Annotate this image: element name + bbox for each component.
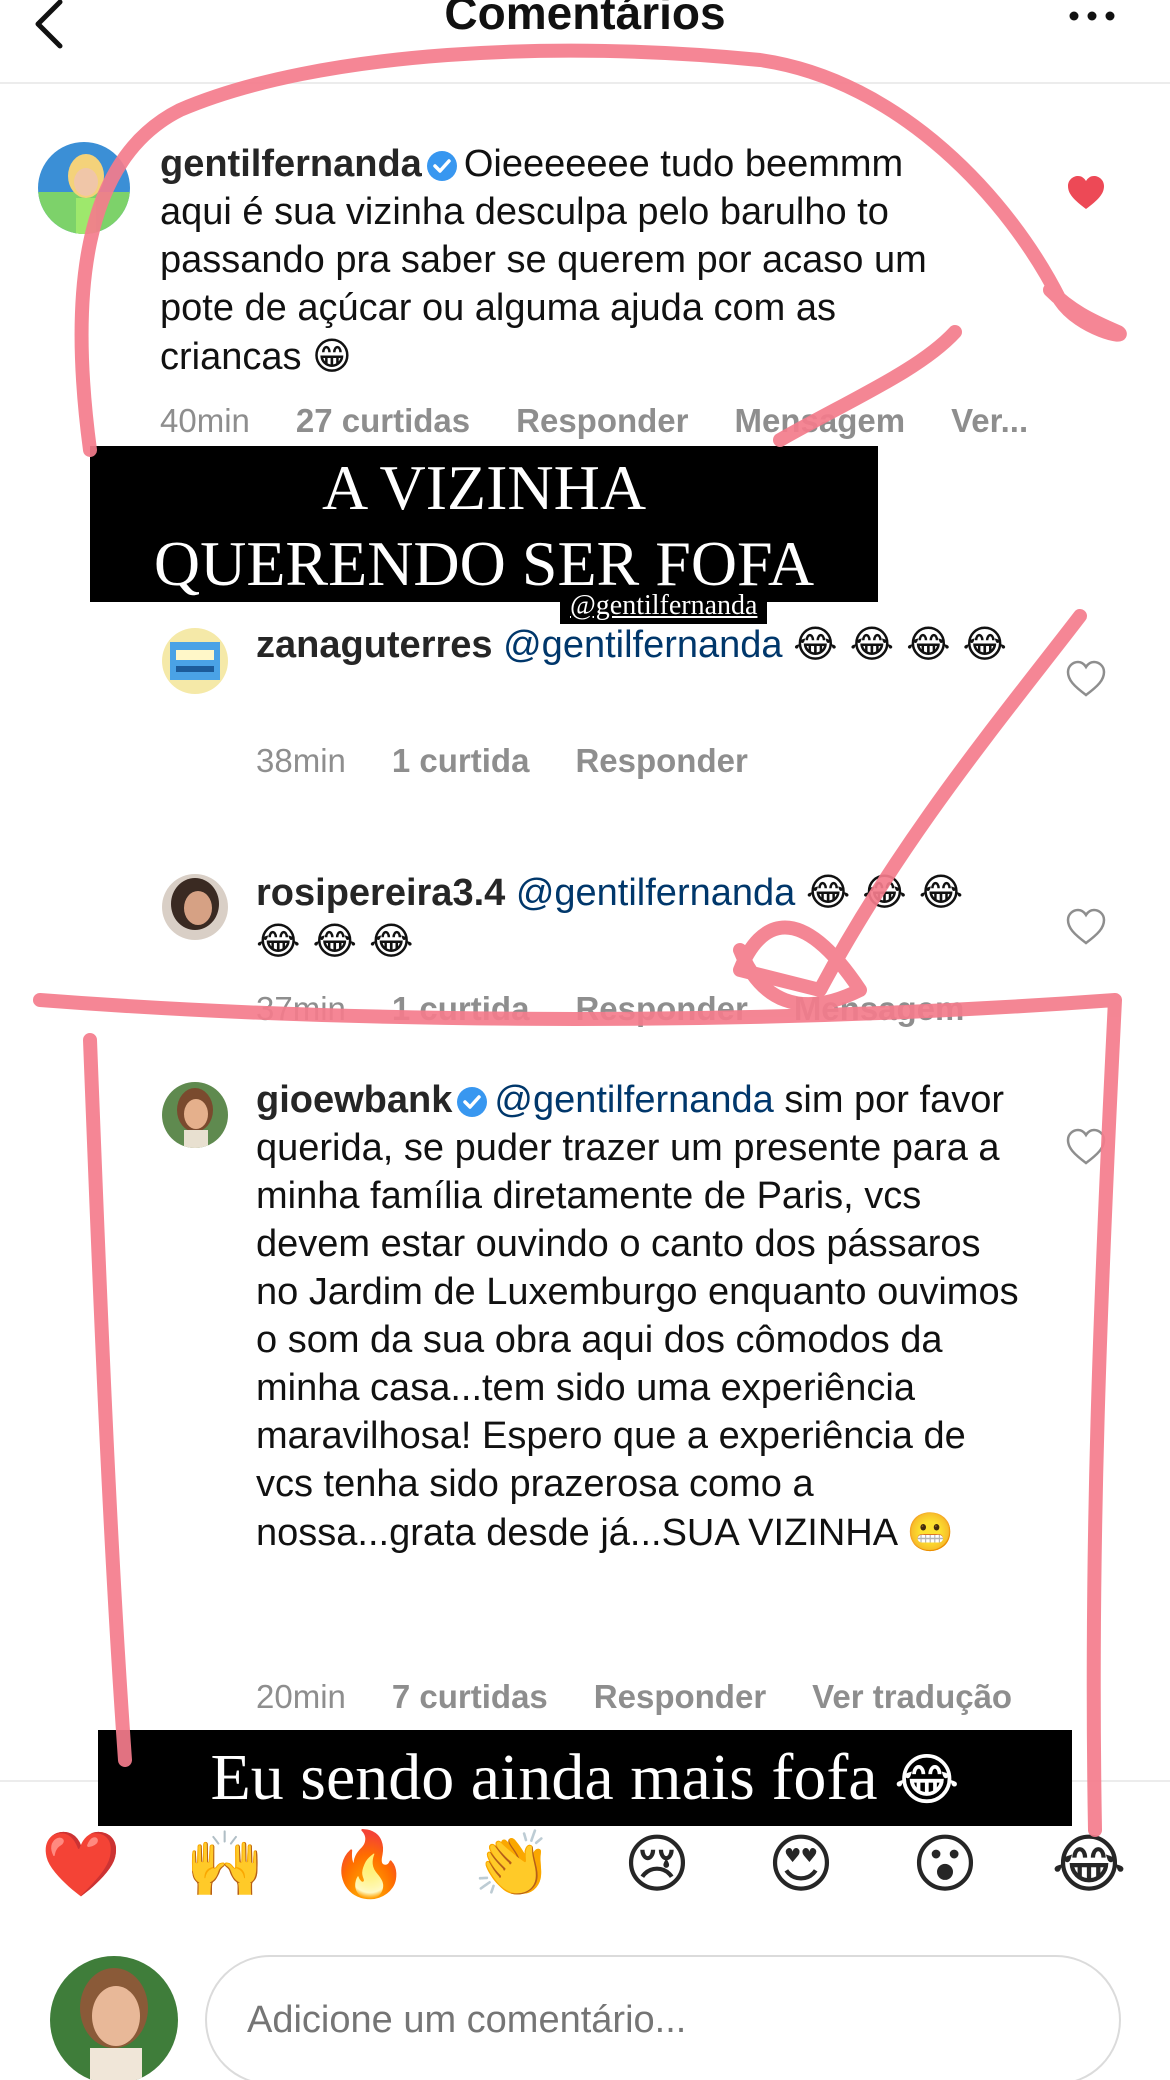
reaction-crying-emoji[interactable]: 😢 xyxy=(614,1822,700,1908)
reaction-surprised-emoji[interactable]: 😮 xyxy=(902,1822,988,1908)
more-horizontal-icon[interactable] xyxy=(1062,0,1122,36)
reaction-fire-emoji[interactable]: 🔥 xyxy=(326,1822,412,1908)
reply-button[interactable]: Responder xyxy=(594,1678,766,1715)
mention-link[interactable]: @gentilfernanda xyxy=(503,624,782,666)
avatar[interactable] xyxy=(162,628,228,694)
username[interactable]: rosipereira3.4 xyxy=(256,872,505,914)
username[interactable]: zanaguterres xyxy=(256,624,493,666)
comment-meta: 37min 1 curtida Responder Mensagem xyxy=(256,990,1010,1028)
username[interactable]: gentilfernanda xyxy=(160,143,422,185)
comment-input[interactable] xyxy=(205,1955,1121,2080)
avatar[interactable] xyxy=(162,1082,228,1148)
comment-text-block: gioewbank @gentilfernanda sim por favor q… xyxy=(256,1076,1026,1557)
verified-badge-icon xyxy=(457,1087,488,1117)
comment-meta: 20min 7 curtidas Responder Ver tradução xyxy=(256,1678,1058,1716)
comment-text-block: zanaguterres @gentilfernanda 😂 😂 😂 😂 xyxy=(256,620,1016,669)
verified-badge-icon xyxy=(426,151,457,181)
heart-filled-icon[interactable] xyxy=(1066,174,1106,214)
comment-gentilfernanda: gentilfernanda Oieeeeeee tudo beemmm aqui… xyxy=(0,130,1170,450)
mention-link[interactable]: @gentilfernanda xyxy=(494,1079,773,1121)
page-title: Comentários xyxy=(444,0,726,39)
header-bar: Comentários xyxy=(0,0,1170,84)
laughing-emoji: 😂 xyxy=(894,1748,960,1813)
reaction-heart-eyes-emoji[interactable]: 😍 xyxy=(758,1822,844,1908)
story-text-label-2: Eu sendo ainda mais fofa 😂 xyxy=(98,1730,1072,1826)
comment-time: 20min xyxy=(256,1678,346,1715)
comment-rosipereira: rosipereira3.4 @gentilfernanda 😂 😂 😂 😂 😂… xyxy=(0,868,1170,1048)
reply-button[interactable]: Responder xyxy=(575,742,747,779)
heart-outline-icon[interactable] xyxy=(1066,660,1106,700)
avatar[interactable] xyxy=(162,874,228,940)
comment-time: 38min xyxy=(256,742,346,779)
story-text: Eu sendo ainda mais fofa xyxy=(210,1741,878,1814)
username[interactable]: gioewbank xyxy=(256,1079,452,1121)
heart-outline-icon[interactable] xyxy=(1066,1128,1106,1168)
mention-sticker[interactable]: @gentilfernanda xyxy=(560,588,768,624)
quick-reactions: ❤️ 🙌 🔥 👏 😢 😍 😮 😂 xyxy=(0,1822,1170,1908)
reaction-raised-hands-emoji[interactable]: 🙌 xyxy=(182,1822,268,1908)
message-button[interactable]: Mensagem xyxy=(794,990,965,1027)
comment-emoji: 😁 xyxy=(312,334,352,378)
composer-avatar xyxy=(50,1956,178,2080)
comment-text: sim por favor querida, se puder trazer u… xyxy=(256,1079,1019,1554)
comment-zanaguterres: zanaguterres @gentilfernanda 😂 😂 😂 😂 38m… xyxy=(0,620,1170,800)
mention-link[interactable]: @gentilfernanda xyxy=(516,872,795,914)
reaction-laughing-emoji[interactable]: 😂 xyxy=(1046,1822,1132,1908)
likes-count[interactable]: 27 curtidas xyxy=(296,402,470,439)
comment-gioewbank: gioewbank @gentilfernanda sim por favor q… xyxy=(0,1076,1170,1716)
comment-text-block: rosipereira3.4 @gentilfernanda 😂 😂 😂 😂 😂… xyxy=(256,868,1016,966)
comment-emoji: 😂 😂 😂 😂 xyxy=(793,622,1007,666)
reply-button[interactable]: Responder xyxy=(575,990,747,1027)
comment-text-block: gentilfernanda Oieeeeeee tudo beemmm aqui… xyxy=(160,140,980,381)
reaction-clap-emoji[interactable]: 👏 xyxy=(470,1822,556,1908)
see-translation-button[interactable]: Ver tradução xyxy=(812,1678,1012,1715)
reaction-heart-emoji[interactable]: ❤️ xyxy=(38,1822,124,1908)
message-button[interactable]: Mensagem xyxy=(735,402,906,439)
comment-meta: 38min 1 curtida Responder xyxy=(256,742,794,780)
story-text-label: A VIZINHA QUERENDO SER FOFA xyxy=(90,446,878,602)
reply-button[interactable]: Responder xyxy=(516,402,688,439)
heart-outline-icon[interactable] xyxy=(1066,908,1106,948)
comment-meta: 40min 27 curtidas Responder Mensagem Ver... xyxy=(160,402,1074,440)
comment-time: 40min xyxy=(160,402,250,439)
likes-count[interactable]: 1 curtida xyxy=(392,742,530,779)
avatar[interactable] xyxy=(38,142,130,234)
see-more-button[interactable]: Ver... xyxy=(951,402,1028,439)
comment-time: 37min xyxy=(256,990,346,1027)
likes-count[interactable]: 7 curtidas xyxy=(392,1678,548,1715)
likes-count[interactable]: 1 curtida xyxy=(392,990,530,1027)
comment-emoji: 😬 xyxy=(906,1510,954,1554)
